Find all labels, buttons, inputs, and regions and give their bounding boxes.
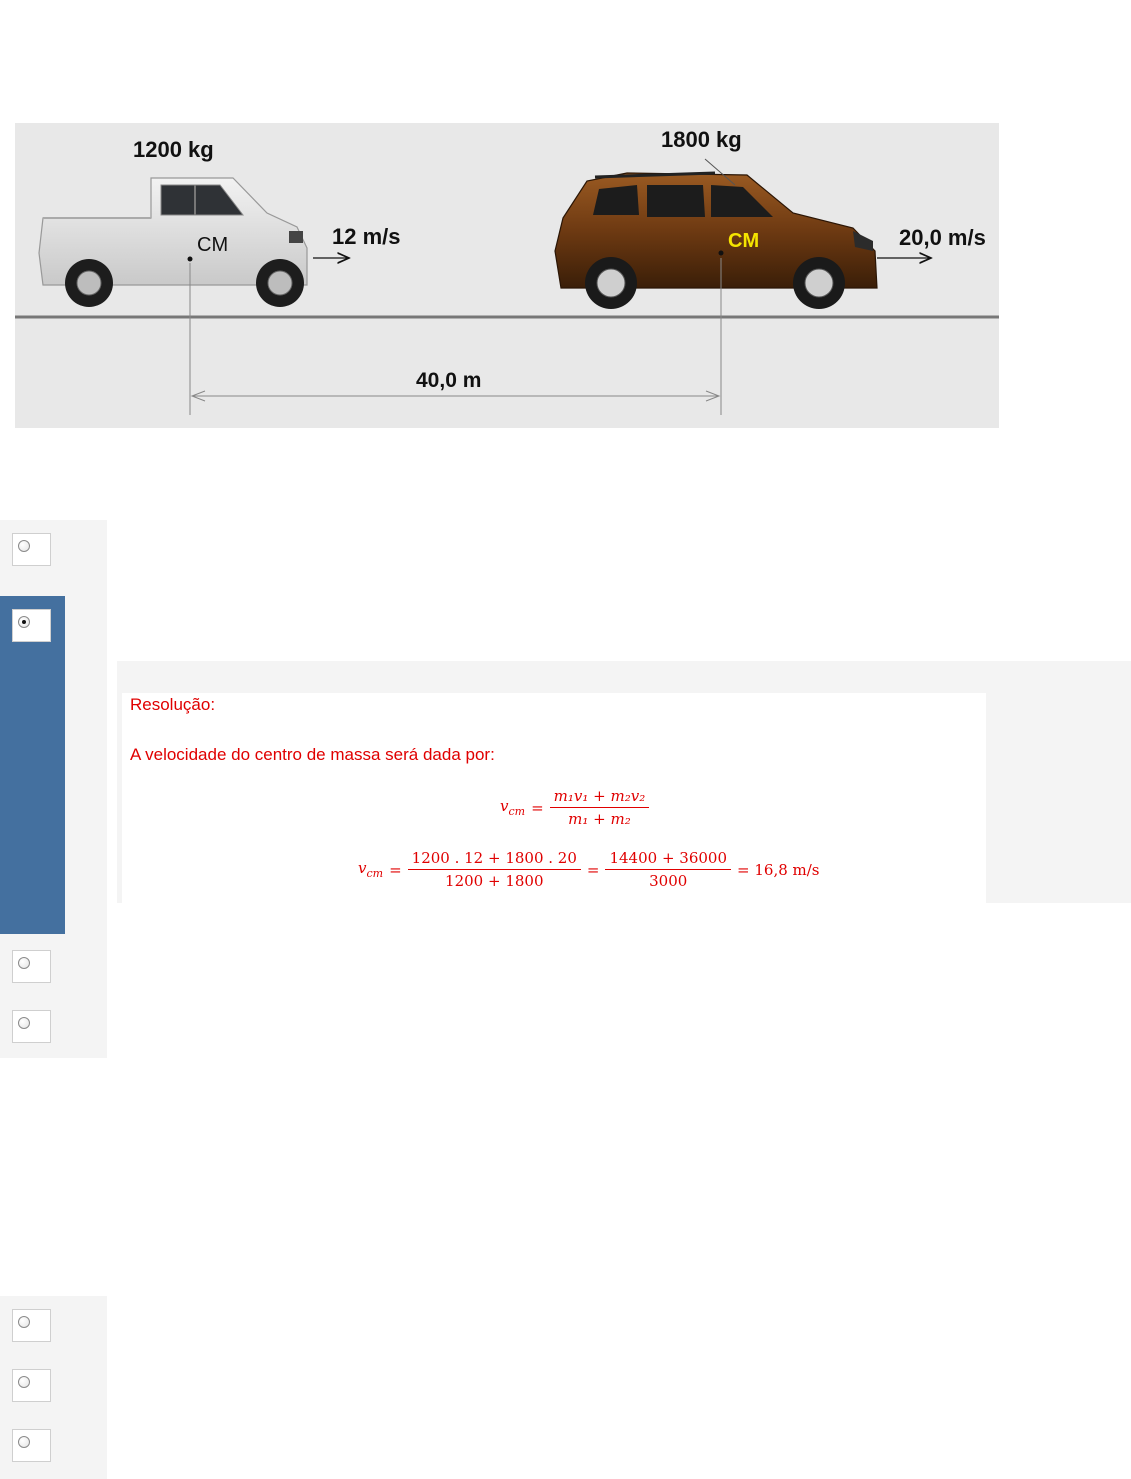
suv (554, 171, 878, 309)
calc-numerator-2: 14400 + 36000 (605, 849, 732, 870)
radio-button[interactable] (18, 1376, 30, 1388)
calc-denominator-2: 3000 (649, 872, 688, 890)
resolution-title: Resolução: (130, 695, 216, 714)
calc-equals-2: = (586, 860, 600, 879)
calc-denominator-1: 1200 + 1800 (445, 872, 544, 890)
cm-velocity-calculation: vcm = 1200 . 12 + 1800 . 20 1200 + 1800 … (358, 849, 820, 890)
formula-numerator: m₁v₁ + m₂v₂ (549, 787, 650, 808)
formula-equals: = (531, 798, 544, 817)
radio-button[interactable] (18, 540, 30, 552)
option-2-b[interactable] (12, 1369, 51, 1402)
pickup-cm-dot (187, 256, 193, 262)
physics-figure: 1200 kg 12 m/s CM 1800 kg 20,0 m/s CM 40… (15, 123, 999, 428)
resolution-card: Resolução: A velocidade do centro de mas… (122, 693, 986, 903)
pickup-truck (38, 177, 308, 307)
option-1-a[interactable] (12, 533, 51, 566)
calc-equals-1: = (389, 860, 402, 879)
radio-button[interactable] (18, 1316, 30, 1328)
pickup-speed-label: 12 m/s (332, 224, 401, 249)
formula-lhs-sub: cm (508, 805, 526, 818)
cm-velocity-formula: vcm = m₁v₁ + m₂v₂ m₁ + m₂ (500, 787, 650, 828)
radio-button[interactable] (18, 1017, 30, 1029)
option-1-b[interactable] (12, 609, 51, 642)
radio-button-selected[interactable] (18, 616, 30, 628)
suv-speed-label: 20,0 m/s (899, 225, 986, 250)
radio-button[interactable] (18, 957, 30, 969)
distance-label: 40,0 m (416, 369, 482, 392)
suv-cm-dot (718, 250, 724, 256)
resolution-intro: A velocidade do centro de massa será dad… (130, 745, 495, 764)
selected-option-highlight (0, 596, 65, 934)
option-2-c[interactable] (12, 1429, 51, 1462)
option-1-c[interactable] (12, 950, 51, 983)
calc-result: = 16,8 m/s (737, 860, 820, 879)
suv-cm-label: CM (728, 230, 760, 252)
cars-illustration (15, 158, 999, 415)
formula-denominator: m₁ + m₂ (568, 810, 631, 828)
radio-button[interactable] (18, 1436, 30, 1448)
option-2-a[interactable] (12, 1309, 51, 1342)
calc-lhs-sub: cm (366, 867, 384, 880)
suv-mass-label: 1800 kg (661, 127, 742, 152)
pickup-mass-label: 1200 kg (133, 137, 214, 162)
pickup-cm-label: CM (197, 234, 229, 256)
option-1-d[interactable] (12, 1010, 51, 1043)
calc-numerator-1: 1200 . 12 + 1800 . 20 (407, 849, 581, 870)
